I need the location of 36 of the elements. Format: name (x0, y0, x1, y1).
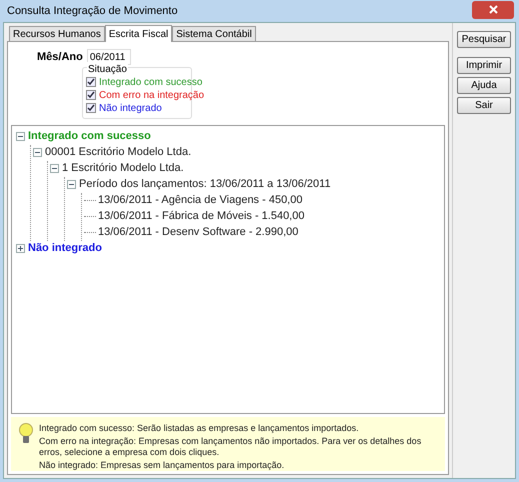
field-label: Mês/Ano (37, 50, 83, 65)
tree-item[interactable]: 1 Escritório Modelo Ltda. (62, 160, 184, 177)
action-button[interactable]: Sair (457, 97, 511, 114)
checkbox[interactable] (86, 90, 96, 100)
tab[interactable]: Recursos Humanos (9, 26, 105, 41)
checkbox[interactable] (86, 103, 96, 113)
info-text: Integrado com sucesso: Serão listadas as empresas e lançamentos importados. (39, 422, 360, 434)
lightbulb-icon (19, 422, 33, 444)
checkbox[interactable] (86, 77, 96, 87)
tab[interactable]: Escrita Fiscal (104, 25, 172, 42)
window-title: Consulta Integração de Movimento (6, 4, 178, 19)
checkbox-label: Com erro na integração (99, 88, 204, 102)
close-button[interactable] (472, 0, 514, 18)
tree-group-label[interactable]: Não integrado (28, 240, 102, 257)
month-year-field[interactable]: 06/2011 (86, 49, 131, 66)
tree-item[interactable]: 13/06/2011 - Agência de Viagens - 450,00 (98, 192, 302, 209)
action-button[interactable]: Imprimir (457, 57, 511, 74)
action-button[interactable]: Pesquisar (457, 31, 511, 48)
collapse-icon[interactable] (33, 148, 42, 157)
tree-item[interactable]: 13/06/2011 - Fábrica de Móveis - 1.540,00 (98, 208, 304, 225)
collapse-icon[interactable] (50, 164, 59, 173)
group-title: Situação (87, 62, 128, 76)
tree-item[interactable]: 00001 Escritório Modelo Ltda. (45, 144, 192, 161)
info-text: Com erro na integração: Empresas com lançamentos não importados. Para ver os detalhes dos erros, selecione a empresa com dois cliques. (39, 436, 422, 458)
close-icon (488, 5, 498, 14)
collapse-icon[interactable] (16, 132, 25, 141)
expand-icon[interactable] (16, 244, 25, 253)
tree-group-label[interactable]: Integrado com sucesso (28, 128, 151, 145)
info-text: Não integrado: Empresas sem lançamentos para importação. (39, 460, 286, 470)
checkbox-label: Não integrado (99, 102, 162, 116)
action-button[interactable]: Ajuda (457, 77, 511, 94)
collapse-icon[interactable] (67, 180, 76, 189)
checkbox-label: Integrado com sucesso (99, 76, 202, 90)
tree-item[interactable]: Período dos lançamentos: 13/06/2011 a 13/06/2011 (79, 176, 331, 193)
tab[interactable]: Sistema Contábil (172, 26, 256, 41)
tree-item[interactable]: 13/06/2011 - Desenv Software - 2.990,00 (98, 224, 298, 241)
